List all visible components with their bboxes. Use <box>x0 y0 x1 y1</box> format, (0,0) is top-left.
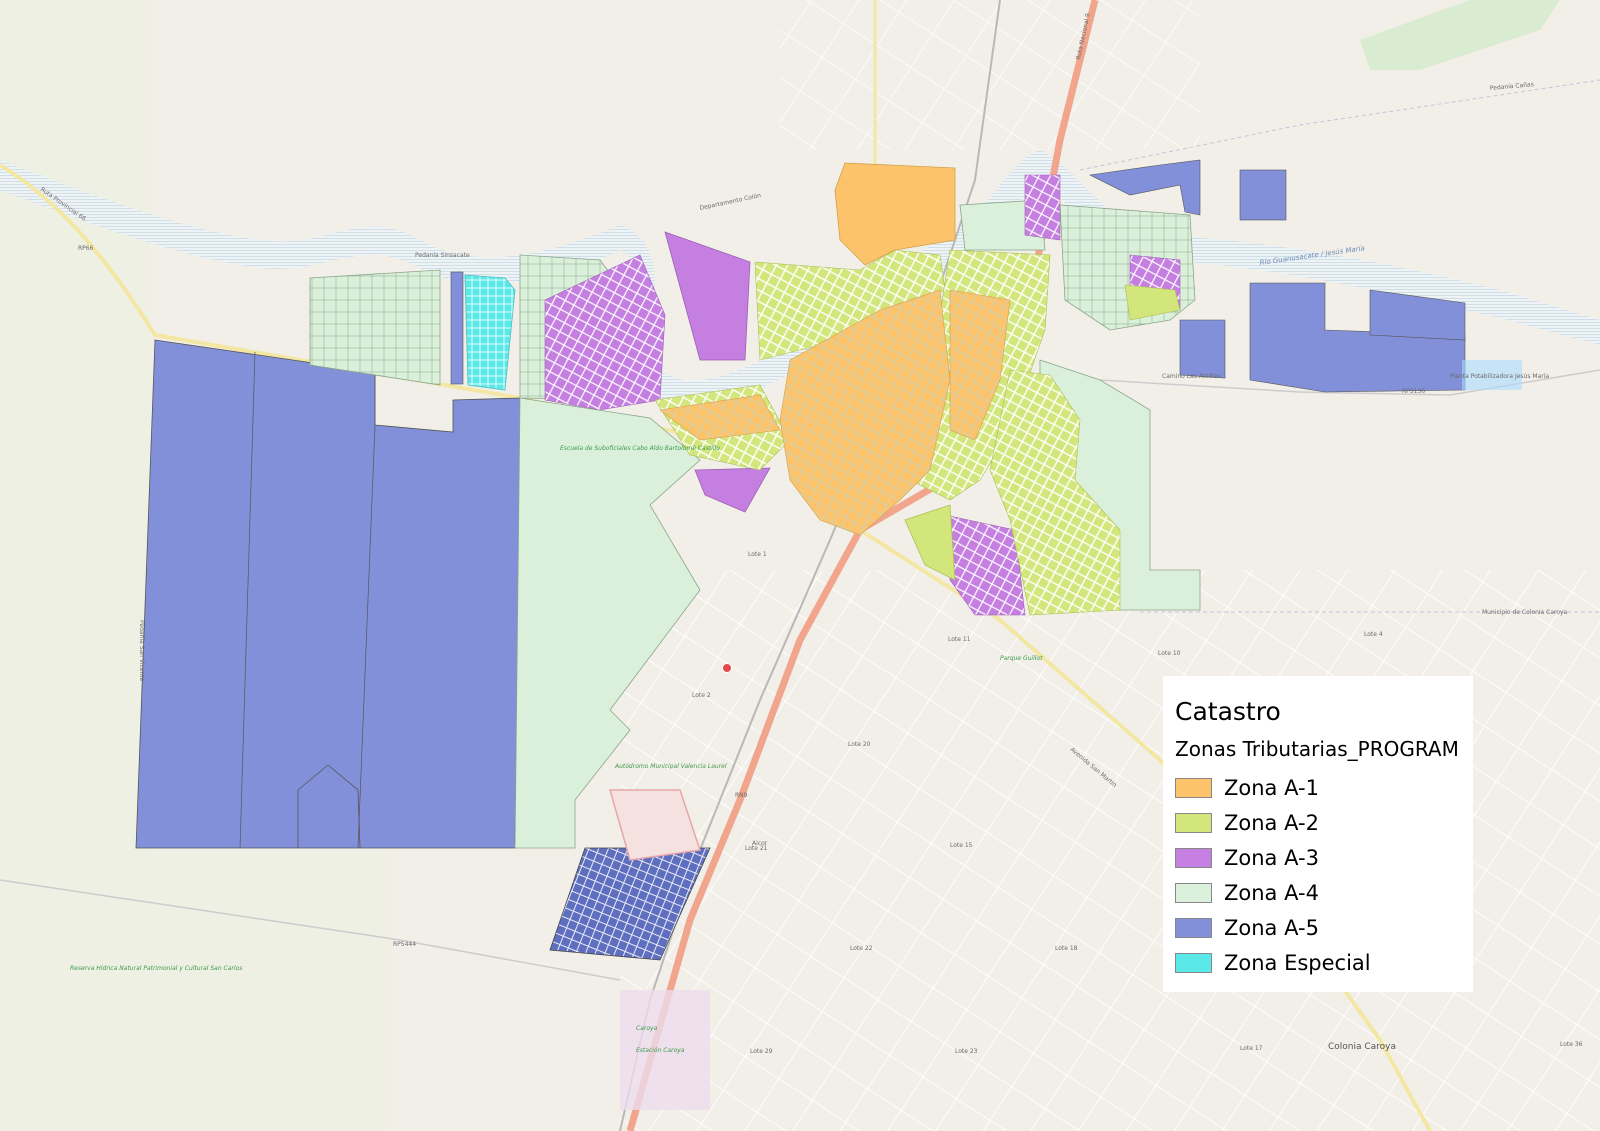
legend-item-label: Zona A-2 <box>1224 810 1319 835</box>
map-label: Lote 10 <box>1158 650 1181 657</box>
map-label: Estación Caroya <box>636 1047 685 1054</box>
map-label: Pedanía San Vicente <box>138 620 145 682</box>
legend-swatch <box>1175 882 1212 903</box>
map-label: Lote 29 <box>750 1048 773 1055</box>
zone-a5-north-2[interactable] <box>1239 169 1287 221</box>
map-label: RP66 <box>78 245 94 252</box>
map-label: Lote 20 <box>848 741 871 748</box>
map-label: Escuela de Suboficiales Cabo Aldo Bartol… <box>560 445 720 452</box>
map-label: Lote 1 <box>748 551 767 558</box>
legend-swatch <box>1175 847 1212 868</box>
map-label: Lote 4 <box>1364 631 1383 638</box>
legend-item-label: Zona A-4 <box>1224 880 1319 905</box>
legend-items: Zona A-1 Zona A-2 Zona A-3 Zona A-4 Zona A-5… <box>1175 770 1473 980</box>
map-label: RPS136 <box>1402 388 1425 395</box>
farmland-southwest <box>130 850 390 1131</box>
map-label: Lote 36 <box>1560 1041 1583 1048</box>
legend-item-label: Zona A-1 <box>1224 775 1319 800</box>
map-label: RP5444 <box>393 941 416 948</box>
legend-item-label: Zona A-5 <box>1224 915 1319 940</box>
zone-a5-strip[interactable] <box>450 271 464 385</box>
legend-item: Zona A-4 <box>1175 875 1473 910</box>
legend-item: Zona A-3 <box>1175 840 1473 875</box>
map-label: Caroya <box>636 1025 658 1032</box>
map-label: Autódromo Municipal Valencia Laurel <box>614 763 727 770</box>
map-label: Municipio de Colonia Caroya <box>1482 609 1568 616</box>
legend-item: Zona A-5 <box>1175 910 1473 945</box>
legend-item-label: Zona Especial <box>1224 950 1371 975</box>
zone-a5-west[interactable] <box>135 339 521 849</box>
map-label: Planta Potabilizadora Jesús María <box>1450 373 1549 380</box>
legend-layer-name: Zonas Tributarias_PROGRAM <box>1175 737 1459 761</box>
map-label: Lote 15 <box>950 842 973 849</box>
zone-a5-east-1[interactable] <box>1179 319 1226 379</box>
map-label: Aicor <box>752 840 768 847</box>
map-label: Lote 22 <box>850 945 873 952</box>
zone-a4-west-strip[interactable] <box>309 269 441 386</box>
map-legend: Catastro Zonas Tributarias_PROGRAM Zona … <box>1163 676 1473 992</box>
legend-swatch <box>1175 812 1212 833</box>
map-label: Lote 17 <box>1240 1045 1263 1052</box>
legend-swatch <box>1175 952 1212 973</box>
map-label: Lote 18 <box>1055 945 1078 952</box>
legend-item: Zona A-1 <box>1175 770 1473 805</box>
legend-item-label: Zona A-3 <box>1224 845 1319 870</box>
legend-item: Zona A-2 <box>1175 805 1473 840</box>
zone-a3-northeast[interactable] <box>1024 174 1061 241</box>
map-label: RN9 <box>735 792 748 799</box>
map-label: Lote 23 <box>955 1048 978 1055</box>
legend-item: Zona Especial <box>1175 945 1473 980</box>
hospital-marker-icon[interactable] <box>722 663 732 673</box>
map-label: Parque Guillot <box>1000 655 1043 662</box>
map-label: Camino Las Astillas <box>1162 373 1220 380</box>
map-label: Reserva Hídrica Natural Patrimonial y Cu… <box>70 965 242 972</box>
map-label: Lote 2 <box>692 692 711 699</box>
legend-title: Catastro <box>1175 697 1281 726</box>
legend-swatch <box>1175 917 1212 938</box>
map-label: Pedanía Sinsacate <box>415 252 470 259</box>
map-label: Colonia Caroya <box>1328 1042 1396 1052</box>
legend-swatch <box>1175 777 1212 798</box>
map-label: Lote 11 <box>948 636 971 643</box>
